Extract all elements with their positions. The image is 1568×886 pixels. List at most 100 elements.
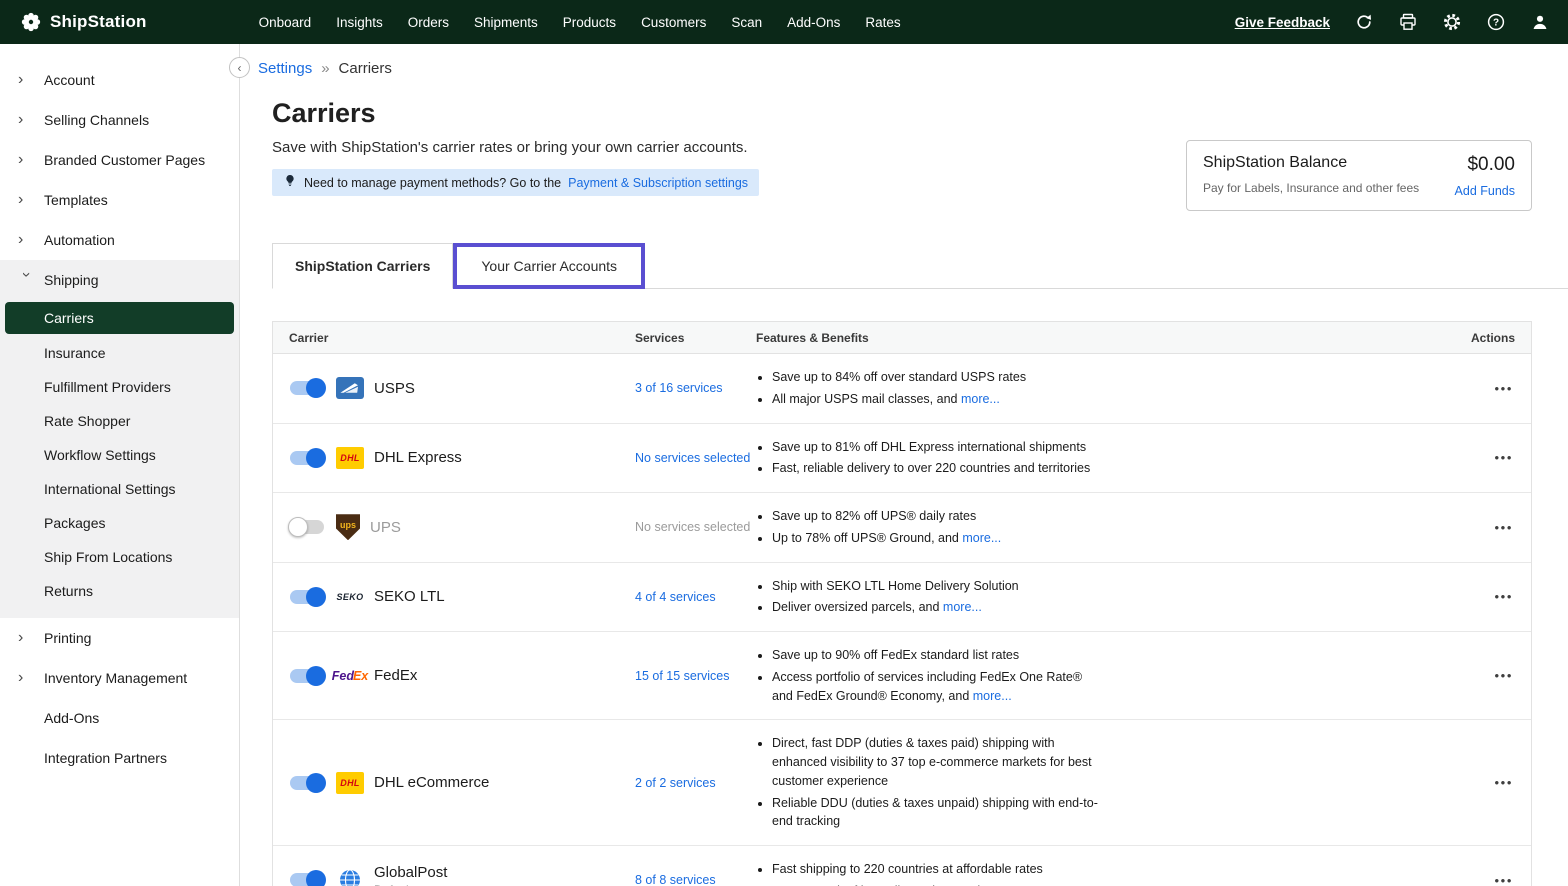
feature-bullet: Save up to 90% off FedEx standard list r…	[772, 646, 1106, 665]
row-actions-button-fedex[interactable]: •••	[1493, 664, 1515, 687]
carrier-toggle-ups[interactable]	[290, 520, 324, 534]
breadcrumb-current: Carriers	[339, 60, 392, 77]
nav-item-insights[interactable]: Insights	[336, 15, 383, 30]
sidebar-item-templates[interactable]: ›Templates	[0, 180, 239, 220]
row-actions-button-dhl-express[interactable]: •••	[1493, 446, 1515, 469]
sidebar-item-shipping[interactable]: ›Shipping	[0, 260, 239, 300]
carrier-toggle-fedex[interactable]	[290, 669, 324, 683]
nav-item-products[interactable]: Products	[563, 15, 616, 30]
services-cell: 4 of 4 services	[635, 588, 756, 606]
more-link[interactable]: more...	[962, 531, 1001, 545]
sidebar-item-label: Selling Channels	[44, 112, 149, 128]
row-actions-button-dhl-ecommerce[interactable]: •••	[1493, 771, 1515, 794]
actions-cell: •••	[1446, 585, 1531, 608]
balance-title: ShipStation Balance	[1203, 154, 1419, 172]
navbar-right: Give Feedback ?	[1235, 12, 1550, 32]
sidebar-item-fulfillment-providers[interactable]: Fulfillment Providers	[0, 370, 239, 404]
nav-item-add-ons[interactable]: Add-Ons	[787, 15, 840, 30]
services-cell: No services selected	[635, 518, 756, 536]
sidebar-item-returns[interactable]: Returns	[0, 574, 239, 608]
toggle-knob	[306, 773, 326, 793]
refresh-icon[interactable]	[1354, 12, 1374, 32]
help-icon[interactable]: ?	[1486, 12, 1506, 32]
sidebar-item-international-settings[interactable]: International Settings	[0, 472, 239, 506]
sidebar-item-workflow-settings[interactable]: Workflow Settings	[0, 438, 239, 472]
add-funds-link[interactable]: Add Funds	[1455, 184, 1515, 198]
nav-item-shipments[interactable]: Shipments	[474, 15, 538, 30]
carrier-name-wrap: USPS	[374, 380, 415, 397]
sidebar-item-add-ons[interactable]: ›Add-Ons	[0, 698, 239, 738]
sidebar-item-rate-shopper[interactable]: Rate Shopper	[0, 404, 239, 438]
carrier-toggle-usps[interactable]	[290, 381, 324, 395]
carrier-toggle-dhl-ecommerce[interactable]	[290, 776, 324, 790]
top-navbar: ShipStation Onboard Insights Orders Shipmen…	[0, 0, 1568, 44]
more-link[interactable]: more...	[973, 689, 1012, 703]
carrier-cell: USPS	[273, 377, 635, 399]
carrier-toggle-seko-ltl[interactable]	[290, 590, 324, 604]
services-link-usps[interactable]: 3 of 16 services	[635, 381, 723, 395]
carrier-toggle-globalpost[interactable]	[290, 873, 324, 886]
sidebar-item-account[interactable]: ›Account	[0, 60, 239, 100]
sidebar-item-integration-partners[interactable]: ›Integration Partners	[0, 738, 239, 778]
fedex-logo: FedEx	[336, 665, 364, 687]
sidebar-item-ship-from-locations[interactable]: Ship From Locations	[0, 540, 239, 574]
feature-bullet: Fast shipping to 220 countries at afford…	[772, 860, 1106, 879]
row-actions-button-usps[interactable]: •••	[1493, 377, 1515, 400]
column-header-actions: Actions	[1446, 331, 1531, 345]
toggle-knob	[306, 448, 326, 468]
services-link-dhl-express[interactable]: No services selected	[635, 451, 750, 465]
feature-bullet: Up to 78% off UPS® Ground, and more...	[772, 529, 1106, 548]
payment-settings-link[interactable]: Payment & Subscription settings	[568, 176, 748, 190]
nav-item-orders[interactable]: Orders	[408, 15, 449, 30]
features-cell: Save up to 84% off over standard USPS ra…	[756, 365, 1446, 412]
sidebar-item-insurance[interactable]: Insurance	[0, 336, 239, 370]
tab-shipstation-carriers[interactable]: ShipStation Carriers	[272, 243, 453, 289]
breadcrumb-settings[interactable]: Settings	[258, 60, 312, 77]
carrier-name-wrap: SEKO LTL	[374, 588, 445, 605]
services-link-dhl-ecommerce[interactable]: 2 of 2 services	[635, 776, 716, 790]
carrier-name: GlobalPost	[374, 864, 447, 881]
sidebar-item-selling-channels[interactable]: ›Selling Channels	[0, 100, 239, 140]
column-header-features: Features & Benefits	[756, 331, 1446, 345]
ups-logo: ups	[336, 514, 360, 540]
nav-item-customers[interactable]: Customers	[641, 15, 706, 30]
row-actions-button-globalpost[interactable]: •••	[1493, 869, 1515, 886]
carrier-name-wrap: DHL eCommerce	[374, 774, 489, 791]
carrier-row-dhl-ecommerce: DHLDHL eCommerce2 of 2 servicesDirect, f…	[273, 720, 1531, 846]
carrier-toggle-dhl-express[interactable]	[290, 451, 324, 465]
sidebar-item-automation[interactable]: ›Automation	[0, 220, 239, 260]
sidebar-item-packages[interactable]: Packages	[0, 506, 239, 540]
carrier-row-usps: USPS 3 of 16 services Save up to 84% off o…	[273, 354, 1531, 424]
chevron-right-icon: ›	[18, 72, 44, 88]
chevron-down-icon: ›	[18, 272, 34, 288]
carriers-table-header: Carrier Services Features & Benefits Act…	[273, 322, 1531, 354]
print-icon[interactable]	[1398, 12, 1418, 32]
sidebar-item-carriers[interactable]: Carriers	[5, 302, 234, 334]
services-link-seko-ltl[interactable]: 4 of 4 services	[635, 590, 716, 604]
feature-text: Ship with SEKO LTL Home Delivery Solutio…	[772, 579, 1019, 593]
more-link[interactable]: more...	[961, 392, 1000, 406]
tab-your-carrier-accounts[interactable]: Your Carrier Accounts	[457, 247, 641, 285]
nav-item-rates[interactable]: Rates	[865, 15, 900, 30]
nav-item-scan[interactable]: Scan	[731, 15, 762, 30]
give-feedback-link[interactable]: Give Feedback	[1235, 15, 1330, 30]
carrier-cell: upsUPS	[273, 514, 635, 540]
services-link-globalpost[interactable]: 8 of 8 services	[635, 873, 716, 886]
ellipsis-icon: •••	[1495, 520, 1513, 535]
row-actions-button-seko-ltl[interactable]: •••	[1493, 585, 1515, 608]
sidebar-collapse-button[interactable]: ‹	[229, 57, 250, 78]
sidebar-item-label: Automation	[44, 232, 115, 248]
sidebar-item-printing[interactable]: ›Printing	[0, 618, 239, 658]
sidebar-item-branded-customer-pages[interactable]: ›Branded Customer Pages	[0, 140, 239, 180]
lightbulb-icon	[283, 174, 297, 191]
shipstation-logo[interactable]: ShipStation	[20, 11, 147, 33]
more-link[interactable]: more...	[943, 600, 982, 614]
feature-bullet: Save up to 84% off over standard USPS ra…	[772, 368, 1106, 387]
nav-item-onboard[interactable]: Onboard	[259, 15, 312, 30]
services-link-fedex[interactable]: 15 of 15 services	[635, 669, 730, 683]
sidebar-item-inventory-management[interactable]: ›Inventory Management	[0, 658, 239, 698]
user-icon[interactable]	[1530, 12, 1550, 32]
gear-icon[interactable]	[1442, 12, 1462, 32]
row-actions-button-ups[interactable]: •••	[1493, 516, 1515, 539]
services-cell: No services selected	[635, 449, 756, 467]
